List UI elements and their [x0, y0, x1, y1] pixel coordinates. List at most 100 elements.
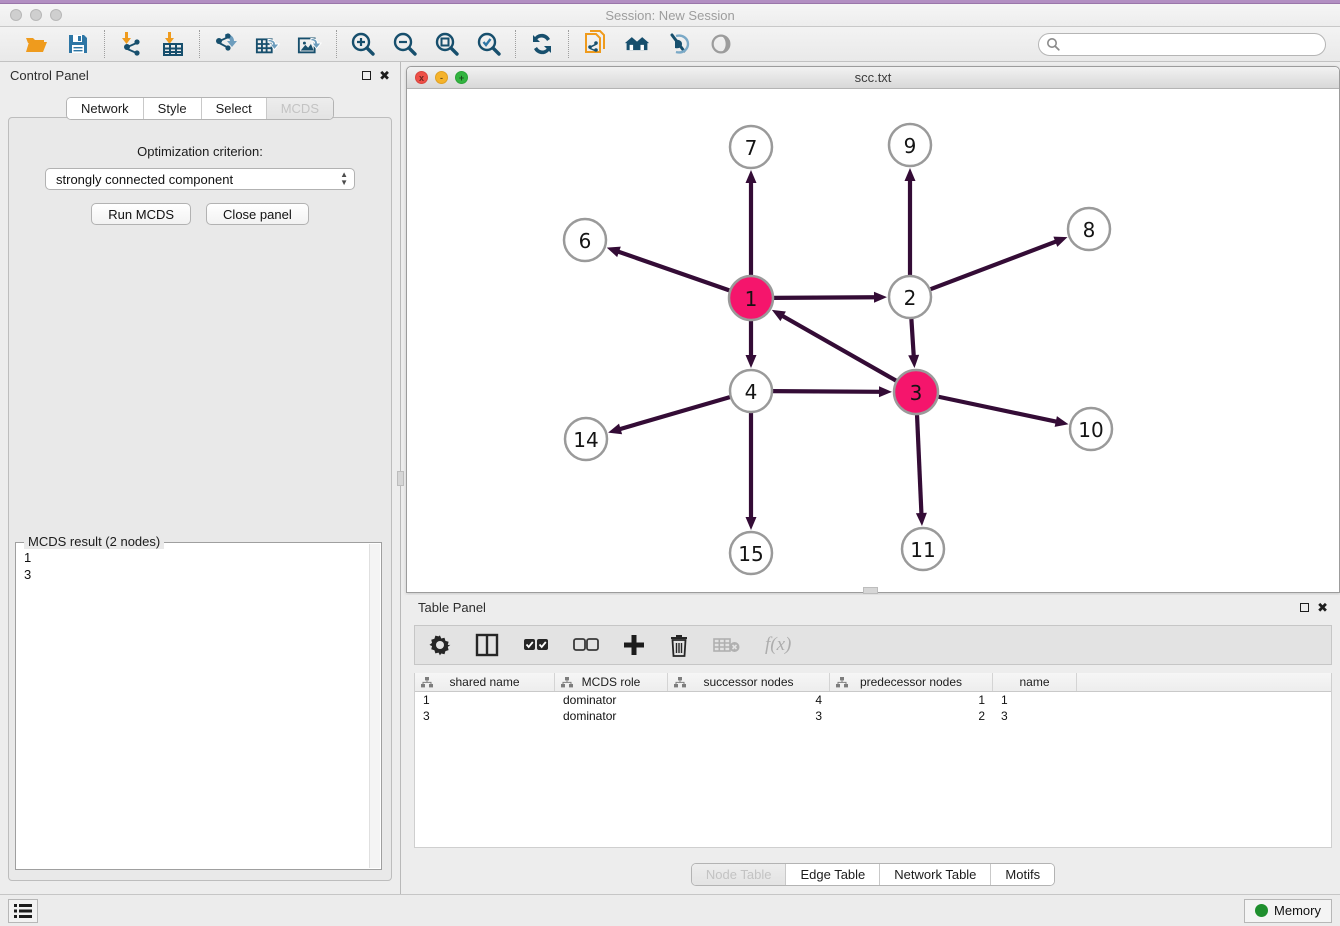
zoom-out-icon[interactable]: [392, 31, 418, 57]
export-network-icon[interactable]: [213, 31, 239, 57]
graph-node-10[interactable]: 10: [1070, 408, 1112, 450]
tab-select[interactable]: Select: [201, 98, 266, 119]
graph-edge-1-2[interactable]: [774, 292, 887, 303]
float-table-panel-icon[interactable]: [1300, 603, 1309, 612]
graph-edge-4-3[interactable]: [773, 386, 892, 397]
graph-node-15[interactable]: 15: [730, 532, 772, 574]
network-canvas[interactable]: 7 9 6 8 1 2 4 3 14 10 15 11: [407, 89, 1339, 592]
graph-edge-1-6[interactable]: [607, 247, 730, 291]
table-header-row: shared name MCDS role successor nodes pr…: [415, 673, 1331, 692]
table-panel: Table Panel ✖: [406, 595, 1340, 894]
node-label: 7: [745, 136, 758, 160]
graph-node-3[interactable]: 3: [894, 370, 938, 414]
chevron-updown-icon: ▲▼: [340, 171, 348, 187]
optimization-criterion-label: Optimization criterion:: [9, 144, 391, 159]
add-column-icon[interactable]: [623, 632, 645, 658]
hide-graphics-details-icon[interactable]: [666, 31, 692, 57]
mcds-result-list[interactable]: 1 3: [17, 544, 369, 868]
export-table-icon[interactable]: [255, 31, 281, 57]
panel-splitter-handle[interactable]: [397, 471, 404, 486]
tab-mcds[interactable]: MCDS: [266, 98, 333, 119]
graph-node-1[interactable]: 1: [729, 276, 773, 320]
table-row[interactable]: 3 dominator 3 2 3: [415, 708, 1331, 724]
criterion-dropdown[interactable]: strongly connected component ▲▼: [45, 168, 355, 190]
tab-network-table[interactable]: Network Table: [879, 864, 990, 885]
delete-column-trash-icon[interactable]: [669, 632, 689, 658]
column-header-mcds-role[interactable]: MCDS role: [555, 673, 668, 691]
memory-button[interactable]: Memory: [1244, 899, 1332, 923]
import-table-icon[interactable]: [160, 31, 186, 57]
function-builder-icon[interactable]: f(x): [765, 632, 791, 658]
float-panel-icon[interactable]: [362, 71, 371, 80]
table-panel-title: Table Panel: [418, 600, 486, 615]
close-panel-icon[interactable]: ✖: [379, 71, 390, 80]
refresh-layout-icon[interactable]: [529, 31, 555, 57]
split-view-icon[interactable]: [475, 632, 499, 658]
node-label: 8: [1083, 218, 1096, 242]
zoom-selected-icon[interactable]: [476, 31, 502, 57]
show-all-columns-icon[interactable]: [523, 632, 549, 658]
graph-node-9[interactable]: 9: [889, 124, 931, 166]
run-mcds-button[interactable]: Run MCDS: [91, 203, 191, 225]
export-image-icon[interactable]: [297, 31, 323, 57]
zoom-fit-icon[interactable]: [434, 31, 460, 57]
graph-node-14[interactable]: 14: [565, 418, 607, 460]
graph-node-6[interactable]: 6: [564, 219, 606, 261]
graph-edge-2-8[interactable]: [931, 237, 1068, 290]
import-network-icon[interactable]: [118, 31, 144, 57]
clone-network-icon[interactable]: [582, 31, 608, 57]
delete-table-icon[interactable]: [713, 632, 741, 658]
column-label: predecessor nodes: [860, 675, 962, 689]
graph-edge-1-4[interactable]: [746, 321, 757, 368]
application-window: Session: New Session: [0, 0, 1340, 926]
fx-label: f(x): [765, 634, 791, 656]
tab-node-table[interactable]: Node Table: [692, 864, 786, 885]
column-tree-icon: [561, 677, 573, 691]
background-window-edge: [0, 0, 1340, 4]
close-table-panel-icon[interactable]: ✖: [1317, 603, 1328, 612]
node-label: 1: [745, 287, 758, 311]
tab-edge-table[interactable]: Edge Table: [785, 864, 879, 885]
save-icon[interactable]: [65, 31, 91, 57]
graph-edge-2-9[interactable]: [905, 168, 916, 275]
tab-motifs[interactable]: Motifs: [990, 864, 1054, 885]
task-history-button[interactable]: [8, 899, 38, 923]
tab-style[interactable]: Style: [143, 98, 201, 119]
table-row[interactable]: 1 dominator 4 1 1: [415, 692, 1331, 708]
table-splitter-handle[interactable]: [863, 587, 878, 594]
tab-network[interactable]: Network: [67, 98, 143, 119]
graph-edge-3-11[interactable]: [916, 415, 927, 526]
graph-edge-3-1[interactable]: [772, 310, 896, 381]
main-toolbar: [0, 27, 1340, 62]
network-title: scc.txt: [407, 70, 1339, 85]
graph-edge-1-7[interactable]: [746, 170, 757, 275]
node-label: 2: [904, 286, 917, 310]
result-scrollbar[interactable]: [369, 544, 380, 868]
node-label: 3: [910, 381, 923, 405]
close-panel-button[interactable]: Close panel: [206, 203, 309, 225]
column-header-shared-name[interactable]: shared name: [415, 673, 555, 691]
hide-all-columns-icon[interactable]: [573, 632, 599, 658]
graph-edge-3-10[interactable]: [939, 397, 1069, 427]
graph-edge-2-3[interactable]: [908, 319, 919, 368]
graph-edge-4-14[interactable]: [608, 397, 730, 434]
graph-node-7[interactable]: 7: [730, 126, 772, 168]
column-header-name[interactable]: name: [993, 673, 1077, 691]
graph-node-2[interactable]: 2: [889, 276, 931, 318]
cell-predecessor-nodes: 2: [830, 708, 993, 724]
zoom-in-icon[interactable]: [350, 31, 376, 57]
search-icon: [1046, 37, 1061, 57]
birdseye-view-icon[interactable]: [708, 31, 734, 57]
column-header-successor-nodes[interactable]: successor nodes: [668, 673, 830, 691]
graph-node-4[interactable]: 4: [730, 370, 772, 412]
table-settings-gear-icon[interactable]: [429, 632, 451, 658]
node-table[interactable]: shared name MCDS role successor nodes pr…: [414, 673, 1332, 848]
graph-node-8[interactable]: 8: [1068, 208, 1110, 250]
home-icon[interactable]: [624, 31, 650, 57]
graph-edge-4-15[interactable]: [746, 413, 757, 530]
network-window-titlebar[interactable]: x - + scc.txt: [407, 67, 1339, 89]
column-header-predecessor-nodes[interactable]: predecessor nodes: [830, 673, 993, 691]
open-folder-icon[interactable]: [23, 31, 49, 57]
graph-node-11[interactable]: 11: [902, 528, 944, 570]
search-input[interactable]: [1038, 33, 1326, 56]
